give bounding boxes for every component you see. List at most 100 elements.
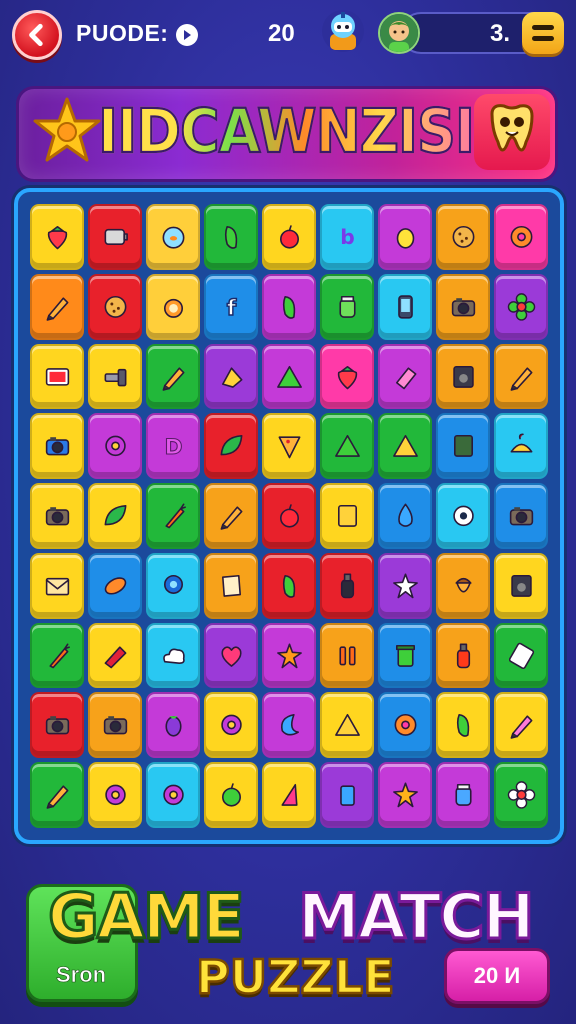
tile-letter-b-icon[interactable]: b — [320, 204, 374, 270]
chevron-left-icon — [29, 23, 43, 47]
tile-star-burst-icon[interactable] — [378, 552, 432, 619]
tile-pencil-pink-icon[interactable] — [494, 692, 548, 759]
title-match-word: MATCH — [297, 879, 537, 955]
tile-donut-icon[interactable] — [378, 692, 432, 759]
tile-pencil-icon[interactable] — [494, 343, 548, 410]
tile-envelope-icon[interactable] — [30, 552, 84, 619]
avatar-player-1[interactable] — [322, 10, 364, 52]
tile-jar-icon[interactable] — [320, 273, 374, 340]
tile-pencil-line-icon[interactable] — [30, 273, 84, 340]
tile-apple-icon[interactable] — [262, 483, 316, 549]
star-face-icon — [33, 97, 101, 162]
robot-avatar-icon — [322, 10, 364, 52]
tile-fish-bowl-icon[interactable] — [146, 204, 200, 270]
tile-apple-icon[interactable] — [262, 204, 316, 270]
tile-leaf-icon[interactable] — [88, 483, 142, 549]
tile-ring-icon[interactable] — [146, 762, 200, 828]
tile-camera-icon[interactable] — [494, 483, 548, 549]
tile-camera-blue-icon[interactable] — [30, 413, 84, 480]
tile-box-icon[interactable] — [436, 413, 490, 480]
tile-orange-slice-icon[interactable] — [146, 273, 200, 340]
tile-cheese-icon[interactable] — [204, 343, 258, 410]
tile-pepper-icon[interactable] — [262, 273, 316, 340]
tile-cookie-icon[interactable] — [88, 273, 142, 340]
tile-phone-icon[interactable] — [378, 273, 432, 340]
tile-bottle-red-icon[interactable] — [436, 622, 490, 689]
tile-pepper-icon[interactable] — [262, 552, 316, 619]
tile-acorn-icon[interactable] — [436, 552, 490, 619]
tile-lemon-icon[interactable] — [378, 204, 432, 270]
tile-triangle-icon[interactable] — [320, 413, 374, 480]
tile-radio-icon[interactable] — [494, 552, 548, 619]
info-button[interactable] — [176, 24, 198, 46]
tile-eye-icon[interactable] — [436, 483, 490, 549]
menu-button[interactable] — [522, 12, 564, 54]
tile-letter-d-icon[interactable]: D — [146, 413, 200, 480]
tile-pencil-icon[interactable] — [30, 762, 84, 828]
tile-tool-icon[interactable] — [88, 343, 142, 410]
top-bar: PUODE: 20 3. — [0, 0, 576, 72]
tile-cookie-icon[interactable] — [436, 204, 490, 270]
tile-flower-white-icon[interactable] — [494, 762, 548, 828]
tile-eggplant-icon[interactable] — [146, 692, 200, 759]
tile-carrot-icon[interactable] — [146, 483, 200, 549]
tile-webcam-icon[interactable] — [146, 552, 200, 619]
tile-pause-icon[interactable] — [320, 622, 374, 689]
tile-triangle-icon[interactable] — [262, 343, 316, 410]
tile-battery-icon[interactable] — [88, 204, 142, 270]
tile-camera-icon[interactable] — [30, 483, 84, 549]
tile-tv-icon[interactable] — [30, 343, 84, 410]
tile-cake-icon[interactable] — [494, 413, 548, 480]
tile-strawberry-icon[interactable] — [30, 204, 84, 270]
tile-cloud-icon[interactable] — [146, 622, 200, 689]
tile-donut-icon[interactable] — [494, 204, 548, 270]
mode-label: PUODE: — [76, 20, 169, 46]
tile-pickle-icon[interactable] — [204, 204, 258, 270]
tile-sail-icon[interactable] — [262, 762, 316, 828]
tooth-face-icon — [490, 104, 534, 152]
title-puzzle-word: PUZZLE — [195, 949, 396, 1006]
tile-ring-icon[interactable] — [88, 762, 142, 828]
tile-moon-icon[interactable] — [262, 692, 316, 759]
tooth-tile — [474, 94, 550, 170]
back-button[interactable] — [12, 10, 62, 60]
title-game-word: GAME — [47, 879, 247, 955]
tile-pepper-icon[interactable] — [436, 692, 490, 759]
tile-camera-icon[interactable] — [88, 692, 142, 759]
tile-pencil-icon[interactable] — [146, 343, 200, 410]
tile-speaker-icon[interactable] — [436, 343, 490, 410]
tile-note-lines-icon[interactable] — [494, 622, 548, 689]
tile-carrot-icon[interactable] — [30, 622, 84, 689]
tile-cup-icon[interactable] — [320, 762, 374, 828]
tile-star-icon[interactable] — [378, 762, 432, 828]
tile-camera-icon[interactable] — [436, 273, 490, 340]
tile-triangle-gold-icon[interactable] — [320, 692, 374, 759]
tile-heart-icon[interactable] — [204, 622, 258, 689]
tile-note-icon[interactable] — [320, 483, 374, 549]
tile-flower-icon[interactable] — [494, 273, 548, 340]
tile-leaf-icon[interactable] — [204, 413, 258, 480]
timer-button[interactable]: 20 И — [444, 948, 550, 1004]
tile-eraser-icon[interactable] — [378, 343, 432, 410]
tile-jar-blue-icon[interactable] — [436, 762, 490, 828]
tile-triangle-gold-icon[interactable] — [378, 413, 432, 480]
tile-camera-icon[interactable] — [30, 692, 84, 759]
tile-drop-icon[interactable] — [378, 483, 432, 549]
avatar-player-2[interactable] — [378, 12, 420, 54]
tile-pizza-icon[interactable] — [262, 413, 316, 480]
tile-bread-icon[interactable] — [88, 552, 142, 619]
tile-burst-icon[interactable] — [262, 622, 316, 689]
tile-ring-icon[interactable] — [204, 692, 258, 759]
tile-ring-icon[interactable] — [88, 413, 142, 480]
tile-strawberry-icon[interactable] — [320, 343, 374, 410]
tile-trash-icon[interactable] — [378, 622, 432, 689]
tile-bottle-icon[interactable] — [320, 552, 374, 619]
boy-avatar-icon — [380, 14, 418, 52]
tile-marker-icon[interactable] — [88, 622, 142, 689]
tile-pencil-icon[interactable] — [204, 483, 258, 549]
banner-title: IIDCAWNZISI — [97, 95, 476, 168]
svg-text:b: b — [340, 225, 355, 249]
tile-paper-icon[interactable] — [204, 552, 258, 619]
tile-letter-f-icon[interactable]: f — [204, 273, 258, 340]
tile-apple-green-icon[interactable] — [204, 762, 258, 828]
